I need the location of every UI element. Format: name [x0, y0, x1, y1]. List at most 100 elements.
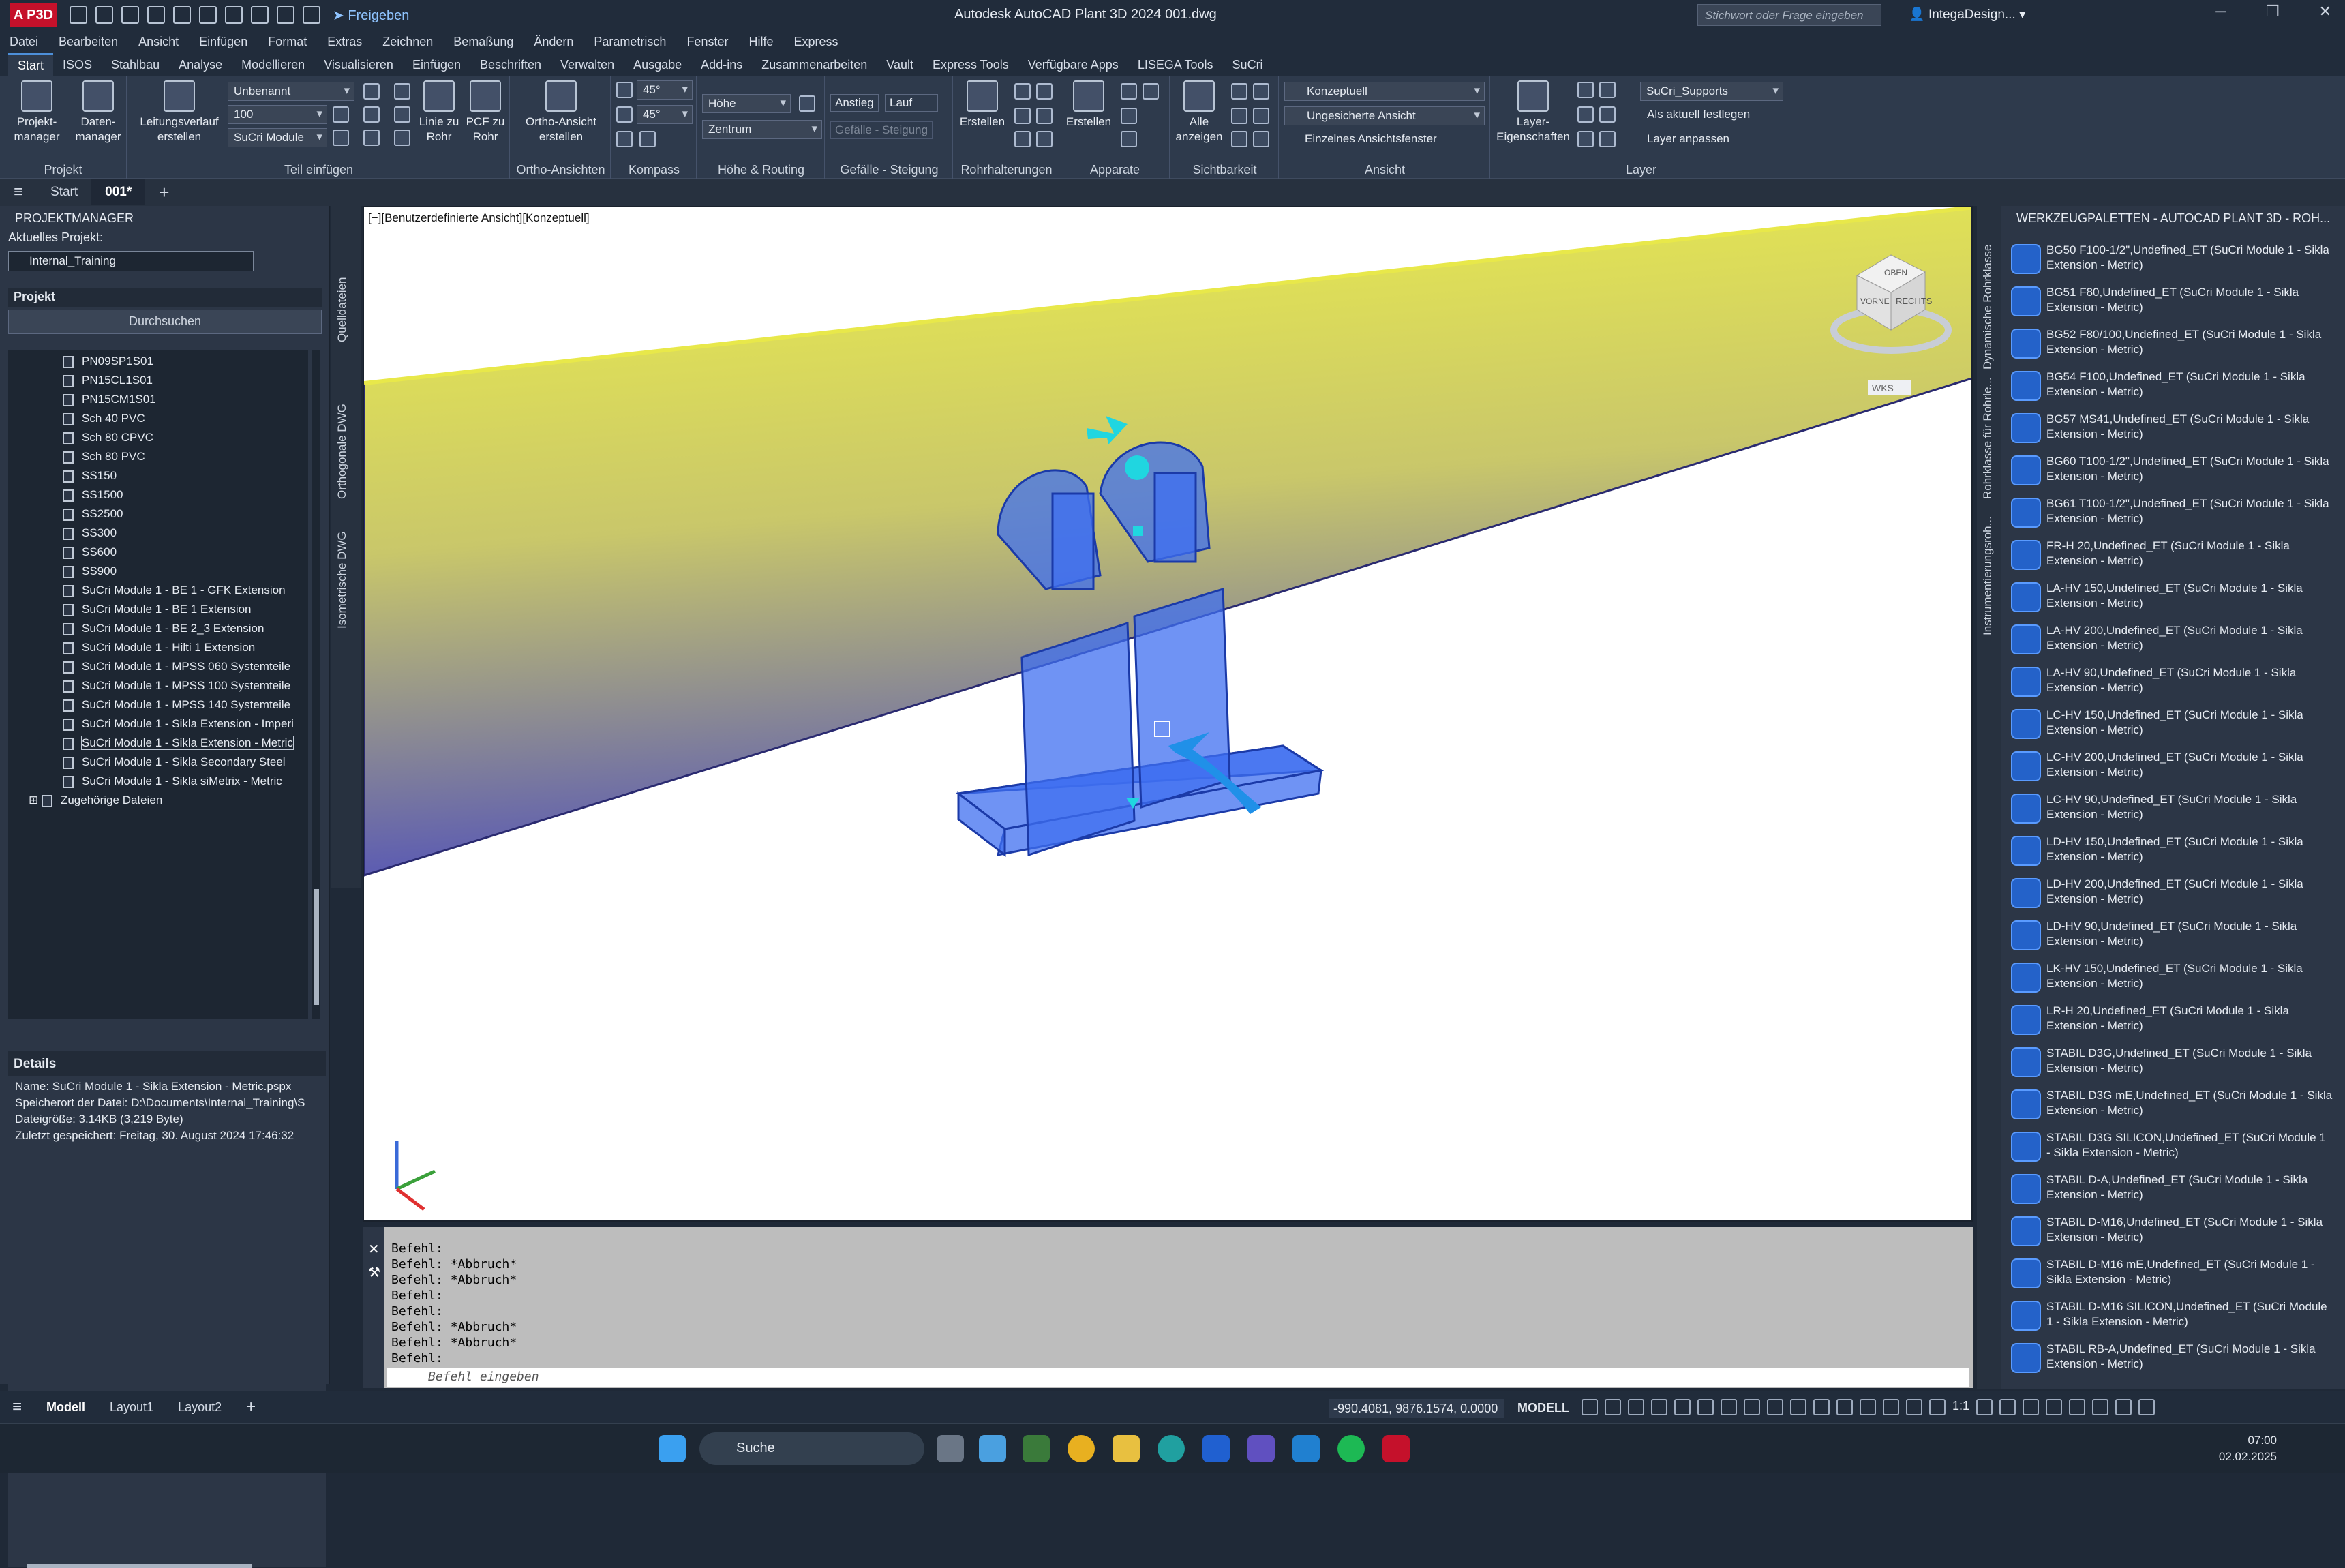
palette-item[interactable]: LR-H 20,Undefined_ET (SuCri Module 1 - S…: [2011, 1001, 2331, 1042]
transparency-icon[interactable]: [1767, 1399, 1783, 1415]
create-support-button[interactable]: Erstellen: [958, 80, 1006, 130]
tab-start[interactable]: Start: [8, 52, 54, 77]
palette-item[interactable]: STABIL D3G SILICON,Undefined_ET (SuCri M…: [2011, 1128, 2331, 1169]
tab-express-tools[interactable]: Express Tools: [923, 54, 1018, 76]
grip-square[interactable]: [1133, 526, 1143, 536]
compass-tick-icon[interactable]: [616, 131, 633, 147]
support-delete-icon[interactable]: [1036, 131, 1053, 147]
palette-item[interactable]: STABIL RB-A,Undefined_ET (SuCri Module 1…: [2011, 1339, 2331, 1380]
isolate-icon[interactable]: [1253, 83, 1269, 100]
palette-tab-dynamic-spec[interactable]: Dynamische Rohrklasse: [1981, 245, 1995, 370]
support-convert-icon[interactable]: [1014, 108, 1031, 124]
app2-icon[interactable]: [1202, 1435, 1230, 1462]
unhide-icon[interactable]: [1253, 131, 1269, 147]
chrome-icon[interactable]: [1068, 1435, 1095, 1462]
details-scrollbar[interactable]: [27, 1564, 252, 1568]
create-ortho-button[interactable]: Ortho-Ansicht erstellen: [515, 80, 607, 145]
tab-isos[interactable]: ISOS: [53, 54, 102, 76]
support-add-icon[interactable]: [1036, 83, 1053, 100]
doc-tab-start[interactable]: Start: [37, 179, 91, 205]
quick-properties-icon[interactable]: [2023, 1399, 2040, 1415]
support-edit-icon[interactable]: [1014, 83, 1031, 100]
annotation-visibility-icon[interactable]: [1906, 1399, 1922, 1415]
workspace-icon[interactable]: [303, 6, 320, 24]
command-customize-icon[interactable]: ⚒: [368, 1264, 380, 1281]
system-tray-clock[interactable]: 07:00 02.02.2025: [2219, 1432, 2277, 1465]
snap-angle-icon[interactable]: [616, 106, 633, 123]
annotation-scale[interactable]: 1:1: [1952, 1399, 1969, 1415]
outlook-icon[interactable]: [1292, 1435, 1320, 1462]
add-layout-icon[interactable]: +: [234, 1393, 268, 1421]
spec-combo[interactable]: SuCri Module: [228, 128, 327, 147]
named-view-combo[interactable]: Ungesicherte Ansicht: [1284, 106, 1485, 125]
menu-einfuegen[interactable]: Einfügen: [199, 35, 247, 49]
open-icon[interactable]: [95, 6, 113, 24]
menu-extras[interactable]: Extras: [327, 35, 362, 49]
snap-icon[interactable]: [1605, 1399, 1621, 1415]
teams-icon[interactable]: [1247, 1435, 1275, 1462]
tree-item[interactable]: SS150: [63, 469, 117, 487]
layer-isolate-icon[interactable]: [1577, 106, 1594, 123]
application-menu-button[interactable]: A P3D: [10, 3, 57, 27]
line-number-combo[interactable]: Unbenannt: [228, 82, 354, 101]
workspace-gear-icon[interactable]: [1976, 1399, 1993, 1415]
layer-on-icon[interactable]: [1577, 82, 1594, 98]
route-pipe-button[interactable]: Leitungsverlauf erstellen: [135, 80, 224, 145]
side-tab-iso-dwg[interactable]: Isometrische DWG: [335, 531, 349, 629]
edge-icon[interactable]: [1158, 1435, 1185, 1462]
menu-aendern[interactable]: Ändern: [534, 35, 573, 49]
create-equipment-button[interactable]: Erstellen: [1065, 80, 1113, 130]
size-combo[interactable]: 100: [228, 105, 327, 124]
tab-lisega-tools[interactable]: LISEGA Tools: [1128, 54, 1223, 76]
tab-beschriften[interactable]: Beschriften: [470, 54, 551, 76]
viewport-config-dropdown[interactable]: Einzelnes Ansichtsfenster: [1305, 132, 1437, 146]
tab-layout2[interactable]: Layout2: [166, 1396, 234, 1419]
palette-item[interactable]: STABIL D-A,Undefined_ET (SuCri Module 1 …: [2011, 1170, 2331, 1211]
print-icon[interactable]: [225, 6, 243, 24]
osnap-icon[interactable]: [1721, 1399, 1737, 1415]
explorer-icon[interactable]: [1113, 1435, 1140, 1462]
menu-bearbeiten[interactable]: Bearbeiten: [59, 35, 118, 49]
selection-cycling-icon[interactable]: [1790, 1399, 1806, 1415]
help-search-input[interactable]: Stichwort oder Frage eingeben: [1697, 4, 1881, 26]
calculator-icon[interactable]: [979, 1435, 1006, 1462]
tab-layout1[interactable]: Layout1: [97, 1396, 166, 1419]
tree-scrollbar[interactable]: [312, 350, 320, 1019]
equipment-attach-icon[interactable]: [1121, 108, 1137, 124]
dynamic-ucs-icon[interactable]: [1836, 1399, 1853, 1415]
gizmo-icon[interactable]: [1883, 1399, 1899, 1415]
tree-item[interactable]: Sch 80 PVC: [63, 450, 145, 468]
tree-item-related-files[interactable]: ⊞ Zugehörige Dateien: [29, 794, 162, 811]
palette-item[interactable]: BG60 T100-1/2",Undefined_ET (SuCri Modul…: [2011, 451, 2331, 492]
palette-item[interactable]: STABIL D3G mE,Undefined_ET (SuCri Module…: [2011, 1085, 2332, 1126]
tree-item[interactable]: SS900: [63, 564, 117, 582]
viewport-controls-label[interactable]: [−][Benutzerdefinierte Ansicht][Konzeptu…: [368, 211, 590, 225]
tab-zusammenarbeiten[interactable]: Zusammenarbeiten: [752, 54, 877, 76]
tree-item[interactable]: SuCri Module 1 - Sikla Secondary Steel: [63, 755, 286, 773]
fitting-icon[interactable]: [394, 83, 410, 100]
palette-item[interactable]: BG51 F80,Undefined_ET (SuCri Module 1 - …: [2011, 282, 2331, 323]
hide-line-icon[interactable]: [1253, 108, 1269, 124]
windows-start-icon[interactable]: [659, 1435, 686, 1462]
palette-item[interactable]: LC-HV 200,Undefined_ET (SuCri Module 1 -…: [2011, 747, 2331, 788]
lineweight-icon[interactable]: [1744, 1399, 1760, 1415]
coordinate-readout[interactable]: -990.4081, 9876.1574, 0.0000: [1329, 1399, 1504, 1418]
tab-add-ins[interactable]: Add-ins: [691, 54, 752, 76]
tree-item[interactable]: SS300: [63, 526, 117, 544]
tree-item[interactable]: PN09SP1S01: [63, 355, 153, 372]
palette-item[interactable]: LD-HV 90,Undefined_ET (SuCri Module 1 - …: [2011, 916, 2331, 957]
model-space-toggle[interactable]: MODELL: [1517, 1401, 1569, 1415]
connect-icon[interactable]: [363, 130, 380, 146]
menu-zeichnen[interactable]: Zeichnen: [382, 35, 433, 49]
tree-item[interactable]: SS2500: [63, 507, 123, 525]
palette-item[interactable]: LC-HV 90,Undefined_ET (SuCri Module 1 - …: [2011, 789, 2331, 830]
substitute-icon[interactable]: [394, 106, 410, 123]
tag-icon[interactable]: [363, 83, 380, 100]
tree-item-selected[interactable]: SuCri Module 1 - Sikla Extension - Metri…: [63, 736, 294, 754]
match-layer[interactable]: Layer anpassen: [1647, 132, 1729, 146]
palette-item[interactable]: BG54 F100,Undefined_ET (SuCri Module 1 -…: [2011, 367, 2331, 408]
palette-item[interactable]: BG61 T100-1/2",Undefined_ET (SuCri Modul…: [2011, 494, 2331, 534]
elevation-input[interactable]: Höhe: [702, 94, 791, 113]
layout-menu-icon[interactable]: ≡: [0, 1393, 34, 1421]
pcf-to-pipe-button[interactable]: PCF zu Rohr: [465, 80, 506, 145]
